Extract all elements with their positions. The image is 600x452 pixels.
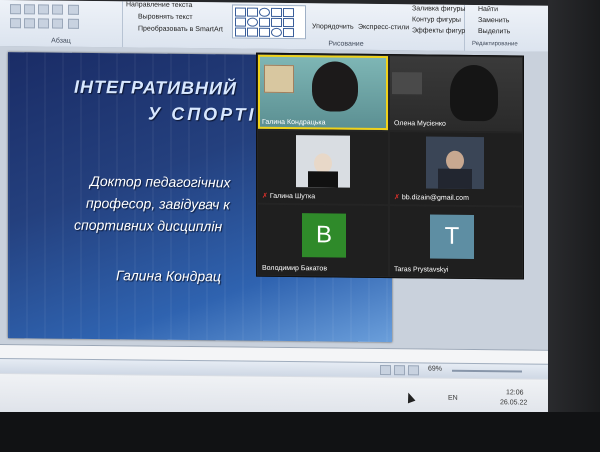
- participant-name-3: ✗ Галина Шутка: [262, 192, 315, 201]
- avatar: T: [430, 214, 474, 259]
- slide-line3: спортивних дисциплін: [74, 216, 223, 235]
- avatar: B: [302, 213, 346, 258]
- mouse-cursor-icon: [404, 391, 416, 404]
- increase-indent-button[interactable]: [52, 4, 63, 15]
- slide-line2: професор, завідувач к: [86, 194, 230, 213]
- person-body: [308, 171, 338, 188]
- decrease-indent-button[interactable]: [38, 4, 49, 15]
- slide-title-line2: У СПОРТІ: [148, 103, 257, 125]
- justify-button[interactable]: [52, 18, 63, 29]
- normal-view-button[interactable]: [380, 364, 391, 376]
- participant-tile-6[interactable]: T Taras Prystavskyi: [390, 206, 522, 278]
- language-indicator[interactable]: EN: [448, 395, 458, 402]
- express-styles-button[interactable]: Экспресс-стили: [358, 24, 409, 32]
- line-spacing-button[interactable]: [68, 4, 79, 15]
- participant-name-4: ✗ bb.dizain@gmail.com: [394, 193, 469, 202]
- text-direction-button[interactable]: Направление текста: [126, 1, 192, 9]
- slide-line1: Доктор педагогічних: [90, 172, 231, 191]
- monitor: Абзац Направление текста Выровнять текст…: [0, 0, 600, 452]
- video-call-grid[interactable]: Галина Кондрацька Олена Мусієнко ✗ Галина…: [256, 52, 524, 280]
- align-center-button[interactable]: [24, 18, 35, 29]
- participant-name-1: Галина Кондрацька: [262, 118, 326, 127]
- paragraph-group: Абзац: [0, 0, 123, 48]
- clock-date[interactable]: 26.05.22: [500, 399, 527, 406]
- align-left-button[interactable]: [10, 18, 21, 29]
- slide-sorter-button[interactable]: [394, 365, 405, 376]
- slide-author: Галина Кондрац: [116, 267, 221, 285]
- participant-tile-1[interactable]: Галина Кондрацька: [258, 54, 388, 131]
- shape-effects-button[interactable]: Эффекты фигур: [412, 27, 465, 35]
- participant-name-3-text: Галина Шутка: [269, 192, 316, 201]
- shape-outline-button[interactable]: Контур фигуры: [412, 16, 461, 24]
- zoom-slider[interactable]: [452, 369, 522, 373]
- participant-video-3: [296, 135, 350, 188]
- bullets-button[interactable]: [10, 4, 21, 15]
- mic-muted-icon: ✗: [262, 192, 268, 200]
- monitor-bezel-bottom: [0, 412, 600, 452]
- monitor-bezel-right: [548, 0, 600, 412]
- screen: Абзац Направление текста Выровнять текст…: [0, 0, 548, 418]
- participant-video-4: [426, 136, 484, 190]
- clock-time[interactable]: 12:06: [506, 389, 524, 396]
- shapes-gallery[interactable]: [232, 4, 306, 40]
- find-button[interactable]: Найти: [478, 6, 498, 13]
- participant-name-5: Володимир Бакатов: [262, 264, 328, 273]
- editing-label: Редактирование: [472, 40, 518, 48]
- slide-title-line1: ІНТЕГРАТИВНИЙ: [74, 76, 237, 99]
- person-silhouette: [450, 64, 498, 122]
- align-right-button[interactable]: [38, 18, 49, 29]
- arrange-button[interactable]: Упорядочить: [312, 23, 354, 30]
- align-text-button[interactable]: Выровнять текст: [138, 13, 193, 21]
- participant-tile-2[interactable]: Олена Мусієнко: [390, 56, 522, 132]
- convert-smartart-button[interactable]: Преобразовать в SmartArt: [138, 25, 223, 33]
- slideshow-button[interactable]: [408, 365, 419, 376]
- participant-tile-4[interactable]: ✗ bb.dizain@gmail.com: [390, 132, 522, 206]
- participant-name-2: Олена Мусієнко: [394, 120, 446, 128]
- participant-tile-5[interactable]: B Володимир Бакатов: [258, 204, 388, 277]
- background-object: [392, 72, 422, 95]
- numbering-button[interactable]: [24, 4, 35, 15]
- drawing-label: Рисование: [328, 40, 364, 48]
- participant-name-6: Taras Prystavskyi: [394, 266, 449, 274]
- mic-muted-icon: ✗: [394, 194, 400, 202]
- paragraph-label: Абзац: [51, 37, 71, 45]
- ribbon: Абзац Направление текста Выровнять текст…: [0, 0, 548, 53]
- columns-button[interactable]: [68, 18, 79, 29]
- participant-tile-3[interactable]: ✗ Галина Шутка: [258, 130, 388, 205]
- select-button[interactable]: Выделить: [478, 28, 510, 35]
- replace-button[interactable]: Заменить: [478, 17, 509, 24]
- zoom-level[interactable]: 69%: [428, 365, 442, 372]
- shape-fill-button[interactable]: Заливка фигуры: [412, 5, 465, 13]
- participant-name-4-text: bb.dizain@gmail.com: [401, 194, 469, 202]
- person-body: [438, 168, 472, 189]
